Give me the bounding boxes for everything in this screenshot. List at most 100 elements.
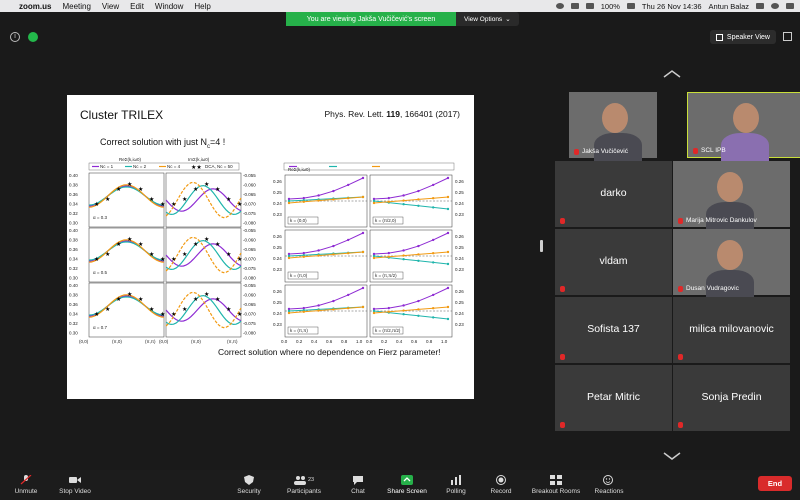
breakout-rooms-button[interactable]: Breakout Rooms — [528, 470, 584, 500]
small-xtick: 0.6 — [411, 339, 418, 344]
left-ytick: 0.32 — [69, 266, 78, 271]
dca-star-icon: ★ — [237, 256, 242, 263]
menu-item-help[interactable]: Help — [194, 2, 210, 11]
participant-tile[interactable]: SCL IPB — [687, 92, 800, 163]
participants-button[interactable]: 23 Participants — [282, 470, 326, 500]
stop-video-button[interactable]: Stop Video — [54, 470, 96, 500]
small-ytick-right: 0.23 — [455, 212, 464, 217]
breakout-rooms-label: Breakout Rooms — [531, 488, 581, 495]
info-icon[interactable]: i — [10, 32, 20, 42]
unmute-button[interactable]: Unmute — [8, 470, 44, 500]
dca-star-icon: ★ — [193, 296, 198, 303]
small-ytick-left: 0.26 — [273, 234, 282, 239]
participant-tile[interactable]: vldam — [555, 229, 672, 295]
small-xtick: 0.2 — [296, 339, 303, 344]
polling-button[interactable]: Polling — [442, 470, 470, 500]
small-xtick: 1.0 — [441, 339, 448, 344]
gallery-prev-page-icon[interactable] — [662, 66, 682, 78]
record-button[interactable]: Record — [486, 470, 516, 500]
view-options-label: View Options — [464, 15, 503, 23]
bluetooth-icon[interactable] — [570, 3, 579, 9]
small-plot-header: ReΣ(k,iω0) — [288, 167, 311, 172]
participant-label — [560, 354, 565, 360]
small-ytick-left: 0.23 — [273, 212, 282, 217]
wifi-icon[interactable] — [585, 3, 594, 9]
right-ytick: -0.055 — [243, 283, 256, 288]
dca-star-icon: ★ — [226, 251, 231, 258]
participant-tile[interactable]: Sofista 137 — [555, 297, 672, 363]
user-name[interactable]: Antun Balaz — [709, 2, 749, 11]
polling-label: Polling — [446, 488, 466, 495]
encryption-shield-icon[interactable] — [28, 32, 38, 42]
participant-tile[interactable]: Sonja Predin — [673, 365, 790, 431]
right-ytick: -0.060 — [243, 238, 256, 243]
reactions-button[interactable]: Reactions — [590, 470, 628, 500]
participant-video-name: Marija Mitrovic Dankulov — [686, 217, 757, 224]
participant-tile[interactable]: Marija Mitrovic Dankulov — [673, 161, 790, 232]
menu-item-view[interactable]: View — [102, 2, 119, 11]
unmute-label: Unmute — [14, 488, 38, 495]
muted-mic-icon — [678, 422, 683, 428]
gallery-next-page-icon[interactable] — [662, 448, 682, 460]
sigma-panel: ★ ★ ★ ★ ★ ★ ★ — [165, 172, 242, 228]
alpha-panel: k = (π/2,π/2) — [369, 284, 453, 338]
speaker-view-button[interactable]: Speaker View — [709, 30, 776, 44]
left-ytick: 0.40 — [69, 283, 78, 288]
record-label: Record — [490, 488, 512, 495]
participant-tile[interactable]: Jakša Vučičević — [569, 92, 657, 163]
ref-suffix: , 166401 (2017) — [399, 109, 460, 119]
sigma-panel: ★ ★ ★ ★ ★ ★ ★ — [165, 227, 242, 283]
bottom-xtick: (0,0) — [79, 339, 89, 344]
participant-tile[interactable]: darko — [555, 161, 672, 227]
participant-tile[interactable]: Dusan Vudragovic — [673, 229, 790, 300]
share-screen-button[interactable]: Share Screen — [384, 470, 430, 500]
right-ytick: -0.065 — [243, 247, 256, 252]
reactions-label: Reactions — [594, 488, 624, 495]
dca-star-icon: ★ — [105, 306, 110, 313]
muted-mic-icon — [560, 422, 565, 428]
participant-video — [602, 102, 629, 133]
dca-star-icon: ★ — [138, 241, 143, 248]
small-ytick-left: 0.24 — [273, 201, 282, 206]
battery-icon[interactable] — [626, 3, 635, 9]
participant-tile[interactable]: milica milovanovic — [673, 297, 790, 363]
dca-star-icon: ★ — [204, 291, 209, 298]
end-meeting-button[interactable]: End — [758, 476, 792, 491]
fullscreen-icon[interactable] — [783, 32, 792, 41]
small-xtick: 0.4 — [311, 339, 318, 344]
participant-tile[interactable]: Petar Mitric — [555, 365, 672, 431]
small-ytick-right: 0.23 — [455, 267, 464, 272]
menu-item-meeting[interactable]: Meeting — [62, 2, 90, 11]
dca-star-icon: ★ — [182, 306, 187, 313]
right-ytick: -0.055 — [243, 173, 256, 178]
search-icon[interactable] — [771, 3, 779, 9]
panel-resize-handle[interactable] — [540, 240, 543, 252]
legend-nc2: Nc = 2 — [133, 164, 147, 169]
left-ytick: 0.32 — [69, 211, 78, 216]
flag-icon[interactable] — [756, 3, 764, 9]
view-options-button[interactable]: View Options ⌄ — [456, 12, 519, 26]
security-button[interactable]: Security — [232, 470, 266, 500]
participant-video-name: Dusan Vudragovic — [686, 285, 739, 292]
status-icon[interactable] — [555, 3, 564, 9]
muted-mic-icon — [678, 217, 683, 224]
small-xtick: 0.8 — [426, 339, 433, 344]
menu-item-window[interactable]: Window — [155, 2, 183, 11]
control-center-icon[interactable] — [786, 3, 794, 9]
plot-legend: Nc = 1 Nc = 2 Nc = 4 ★★ DCA, Nc = 50 — [88, 162, 455, 171]
dca-star-icon: ★ — [94, 256, 99, 263]
dca-star-icon: ★ — [138, 186, 143, 193]
legend-dca: DCA, Nc = 50 — [205, 164, 233, 169]
chat-button[interactable]: Chat — [344, 470, 372, 500]
menu-item-edit[interactable]: Edit — [130, 2, 144, 11]
participant-body — [721, 132, 770, 163]
meeting-toolbar: Unmute Stop Video Security 23 Participan… — [0, 470, 800, 500]
dca-star-icon: ★ — [204, 181, 209, 188]
dca-star-icon: ★ — [215, 186, 220, 193]
dca-star-icon: ★ — [116, 296, 121, 303]
muted-mic-icon — [574, 148, 579, 155]
left-ytick: 0.38 — [69, 183, 78, 188]
left-ytick: 0.34 — [69, 202, 78, 207]
menu-app-name[interactable]: zoom.us — [19, 2, 51, 11]
clock[interactable]: Thu 26 Nov 14:36 — [642, 2, 702, 11]
